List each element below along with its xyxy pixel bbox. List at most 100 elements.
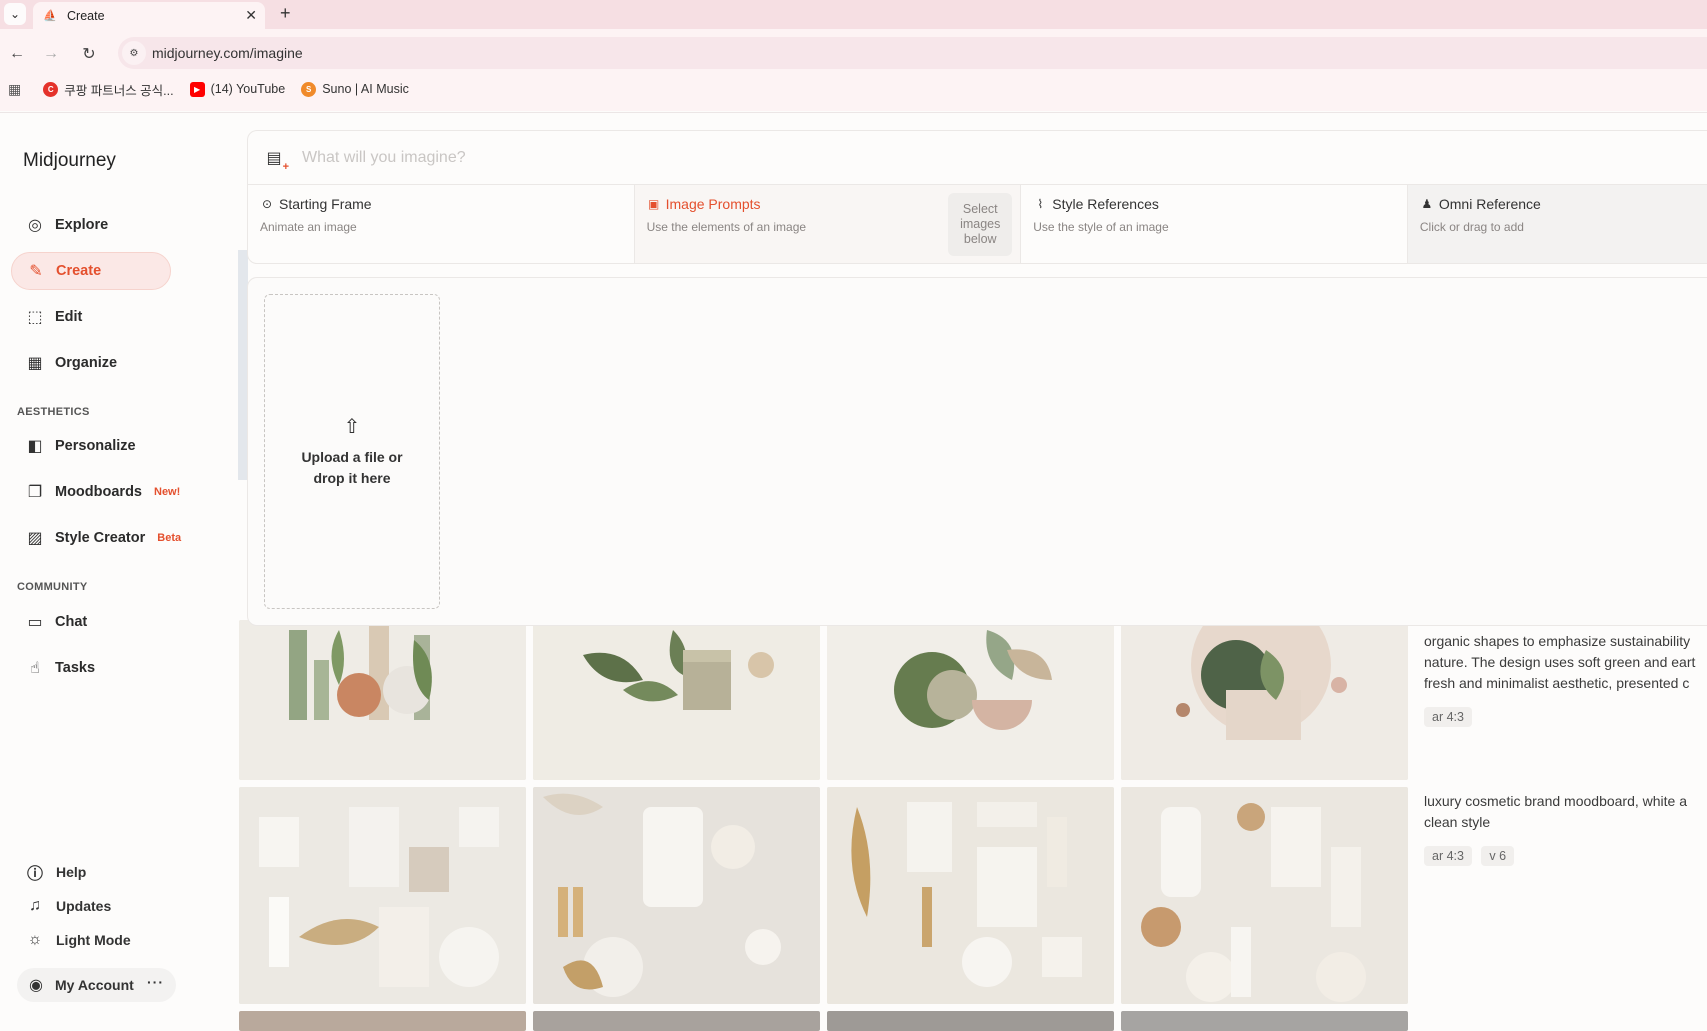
ref-title: Omni Reference xyxy=(1438,196,1541,212)
tab-title: Create xyxy=(67,8,105,23)
nav-organize[interactable]: ▦ Organize xyxy=(11,344,171,382)
description-line: fresh and minimalist aesthetic, presente… xyxy=(1424,675,1690,691)
tab-search-chevron-icon[interactable]: ⌄ xyxy=(4,3,26,25)
nav-label: Edit xyxy=(55,309,83,325)
nav-chat[interactable]: ▭ Chat xyxy=(11,603,171,641)
reference-options: ⊙ Starting Frame Animate an image ▣ Image … xyxy=(247,184,1707,264)
cosmetics-flatlay-image xyxy=(533,787,820,1004)
upload-dropzone[interactable]: ⇧ Upload a file or drop it here xyxy=(264,294,440,609)
bookmark-suno[interactable]: S Suno | AI Music xyxy=(301,81,409,97)
gallery-image[interactable] xyxy=(533,787,820,1004)
ref-subtitle: Click or drag to add xyxy=(1419,220,1524,234)
nav-create[interactable]: ✎ Create xyxy=(11,252,171,290)
gallery-image[interactable] xyxy=(533,1011,820,1031)
my-account-button[interactable]: ◉ My Account ··· xyxy=(17,968,176,1002)
sun-icon: ☼ xyxy=(27,931,43,948)
footer-updates[interactable]: ♫ Updates xyxy=(24,895,111,917)
nav-moodboards[interactable]: ❐ Moodboards New! xyxy=(11,473,211,511)
prompt-bar: ▤ + xyxy=(247,130,1707,185)
address-bar[interactable]: ⚙ midjourney.com/imagine xyxy=(118,37,1707,69)
site-info-icon[interactable]: ⚙ xyxy=(122,41,146,65)
description-line: luxury cosmetic brand moodboard, white a xyxy=(1424,793,1688,809)
description-line: nature. The design uses soft green and e… xyxy=(1424,654,1696,670)
style-references-option[interactable]: ⌇ Style References Use the style of an im… xyxy=(1021,185,1408,263)
address-url: midjourney.com/imagine xyxy=(152,45,303,61)
midjourney-favicon-icon: ⛵ xyxy=(43,10,57,22)
image-icon: ▣ xyxy=(647,197,660,211)
chat-icon: ▭ xyxy=(27,614,43,631)
reload-icon[interactable]: ↻ xyxy=(76,41,102,67)
footer-light-mode[interactable]: ☼ Light Mode xyxy=(24,929,131,951)
gallery-image[interactable] xyxy=(239,620,526,780)
style-creator-icon: ▨ xyxy=(27,530,43,547)
nav-label: Explore xyxy=(55,217,109,233)
prompt-description[interactable]: luxury cosmetic brand moodboard, white a… xyxy=(1424,791,1707,833)
nav-label: Organize xyxy=(55,355,118,371)
prompt-description[interactable]: organic shapes to emphasize sustainabili… xyxy=(1424,631,1707,694)
youtube-icon: ▶ xyxy=(189,81,205,97)
gallery-image[interactable] xyxy=(1121,1011,1408,1031)
brush-icon: ✎ xyxy=(29,263,43,280)
ref-subtitle: Use the style of an image xyxy=(1033,220,1169,234)
nav-label: Tasks xyxy=(55,660,96,676)
ref-title: Starting Frame xyxy=(279,196,372,212)
new-badge: New! xyxy=(154,486,181,498)
leaf-letter-e-image xyxy=(533,620,820,780)
play-circle-icon: ⊙ xyxy=(261,197,273,211)
nav-label: Create xyxy=(56,263,102,279)
gallery-image[interactable] xyxy=(1121,787,1408,1004)
omni-reference-option[interactable]: ♟ Omni Reference Click or drag to add xyxy=(1407,185,1707,263)
new-tab-button[interactable]: + xyxy=(280,3,291,24)
footer-help[interactable]: ⓘ Help xyxy=(24,861,86,883)
nav-label: Moodboards xyxy=(55,484,142,500)
gallery-image[interactable] xyxy=(827,787,1114,1004)
nav-style-creator[interactable]: ▨ Style Creator Beta xyxy=(11,519,211,557)
cosmetics-flatlay-image xyxy=(1121,787,1408,1004)
ref-title: Image Prompts xyxy=(665,196,761,212)
tab-close-icon[interactable]: ✕ xyxy=(245,7,257,24)
nav-tasks[interactable]: ☝ Tasks xyxy=(11,649,171,687)
browser-toolbar: ← → ↻ ⚙ midjourney.com/imagine ▦ C 쿠팡 파트… xyxy=(0,29,1707,111)
bookmark-youtube[interactable]: ▶ (14) YouTube xyxy=(189,81,286,97)
bookmarks-bar: ▦ C 쿠팡 파트너스 공식... ▶ (14) YouTube S Suno … xyxy=(0,75,425,103)
paperclip-icon: ⌇ xyxy=(1037,197,1044,211)
image-prompts-option[interactable]: ▣ Image Prompts Use the elements of an im… xyxy=(634,185,1022,263)
nav-label: Style Creator xyxy=(55,530,146,546)
back-arrow-icon[interactable]: ← xyxy=(4,41,30,67)
add-image-icon[interactable]: ▤ + xyxy=(262,146,289,173)
starting-frame-option[interactable]: ⊙ Starting Frame Animate an image xyxy=(248,185,635,263)
param-chip[interactable]: ar 4:3 xyxy=(1424,707,1472,727)
bookmark-label: 쿠팡 파트너스 공식... xyxy=(64,83,174,98)
gallery-image[interactable] xyxy=(533,620,820,780)
bookmark-label: (14) YouTube xyxy=(210,82,286,96)
upload-icon: ⇧ xyxy=(343,416,361,438)
browser-tab-active[interactable]: ⛵ Create ✕ xyxy=(33,2,265,29)
chrome-divider xyxy=(0,112,1707,113)
nav-label: Chat xyxy=(55,614,88,630)
gallery-image[interactable] xyxy=(827,620,1114,780)
ref-title: Style References xyxy=(1052,196,1159,212)
account-avatar-icon: ◉ xyxy=(29,977,43,994)
forward-arrow-icon[interactable]: → xyxy=(38,41,64,67)
gallery-image[interactable] xyxy=(239,787,526,1004)
description-line: organic shapes to emphasize sustainabili… xyxy=(1424,633,1691,649)
nav-explore[interactable]: ◎ Explore xyxy=(11,206,171,244)
nav-label: Personalize xyxy=(55,438,136,454)
more-options-icon[interactable]: ··· xyxy=(147,974,164,990)
personalize-icon: ◧ xyxy=(27,438,43,455)
param-chip[interactable]: ar 4:3 xyxy=(1424,846,1472,866)
gallery-image[interactable] xyxy=(1121,620,1408,780)
ref-subtitle: Animate an image xyxy=(260,220,357,234)
bookmark-coupang[interactable]: C 쿠팡 파트너스 공식... xyxy=(43,80,174,99)
nav-personalize[interactable]: ◧ Personalize xyxy=(11,427,171,465)
prompt-params: ar 4:3 xyxy=(1424,707,1477,727)
param-chip[interactable]: v 6 xyxy=(1481,846,1515,866)
brand-logo-text[interactable]: Midjourney xyxy=(23,150,116,172)
bookmark-label: Suno | AI Music xyxy=(322,82,409,96)
prompt-input[interactable] xyxy=(302,149,1202,167)
gallery-image[interactable] xyxy=(239,1011,526,1031)
beta-badge: Beta xyxy=(157,532,182,544)
nav-edit[interactable]: ⬚ Edit xyxy=(11,298,171,336)
apps-grid-icon[interactable]: ▦ xyxy=(8,81,21,98)
gallery-image[interactable] xyxy=(827,1011,1114,1031)
